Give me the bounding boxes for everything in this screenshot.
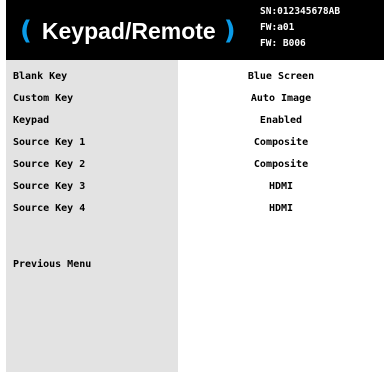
menu-values-panel: Blue Screen Auto Image Enabled Composite… (178, 60, 384, 372)
menu-body: Blank Key Custom Key Keypad Source Key 1… (6, 60, 384, 372)
source-key-1-value[interactable]: Composite (178, 132, 384, 154)
custom-key-value[interactable]: Auto Image (178, 88, 384, 110)
menu-item-keypad[interactable]: Keypad (13, 110, 49, 132)
menu-item-source-key-4[interactable]: Source Key 4 (13, 198, 85, 220)
source-key-2-value[interactable]: Composite (178, 154, 384, 176)
menu-item-source-key-3[interactable]: Source Key 3 (13, 176, 85, 198)
previous-menu-item[interactable]: Previous Menu (13, 254, 91, 276)
firmware-info: SN:012345678AB FW:a01 FW: B006 (260, 4, 380, 52)
source-key-3-value[interactable]: HDMI (178, 176, 384, 198)
menu-labels-panel: Blank Key Custom Key Keypad Source Key 1… (6, 60, 178, 372)
menu-header: ( Keypad/Remote ) SN:012345678AB FW:a01 … (6, 0, 384, 59)
osd-menu-window: ( Keypad/Remote ) SN:012345678AB FW:a01 … (6, 0, 384, 372)
close-paren-glyph: ) (223, 16, 236, 46)
keypad-value[interactable]: Enabled (178, 110, 384, 132)
firmware-version-2: FW: B006 (260, 38, 306, 49)
menu-item-source-key-2[interactable]: Source Key 2 (13, 154, 85, 176)
menu-item-source-key-1[interactable]: Source Key 1 (13, 132, 85, 154)
page-title: ( Keypad/Remote ) (6, 13, 236, 49)
menu-title: Keypad/Remote (41, 17, 216, 44)
open-paren-glyph: ( (20, 16, 32, 46)
menu-item-custom-key[interactable]: Custom Key (13, 88, 73, 110)
blank-key-value[interactable]: Blue Screen (178, 66, 384, 88)
serial-number: SN:012345678AB (260, 6, 341, 17)
firmware-version-1: FW:a01 (260, 22, 295, 33)
menu-item-blank-key[interactable]: Blank Key (13, 66, 67, 88)
source-key-4-value[interactable]: HDMI (178, 198, 384, 220)
